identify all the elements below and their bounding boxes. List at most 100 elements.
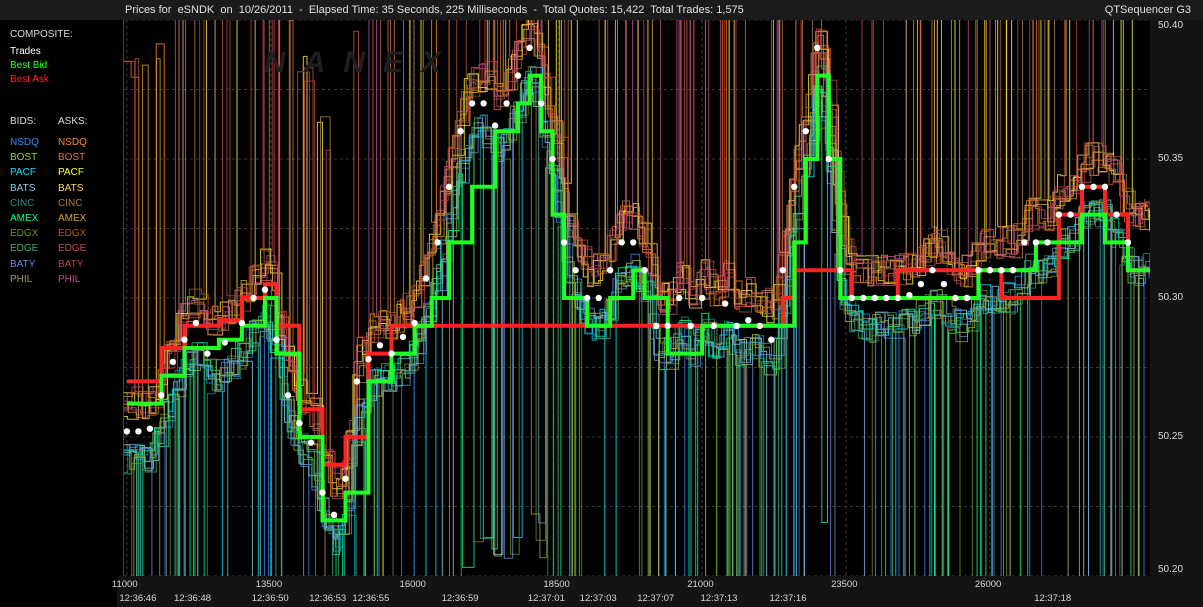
trade-point bbox=[630, 239, 637, 246]
asks-header: ASKS: bbox=[58, 116, 88, 127]
y-tick-label: 50.20 bbox=[1158, 564, 1184, 575]
trade-point bbox=[169, 358, 177, 366]
bids-header: BIDS: bbox=[10, 116, 37, 127]
x-tick-label: 13500 bbox=[255, 579, 283, 590]
time-label: 12:37:07 bbox=[637, 593, 675, 604]
y-tick-label: 50.30 bbox=[1158, 292, 1184, 303]
trade-point bbox=[1021, 239, 1028, 246]
ask-legend-item: PHIL bbox=[58, 273, 81, 285]
trade-point bbox=[319, 489, 326, 496]
x-tick-label: 11000 bbox=[111, 579, 138, 590]
time-label: 12:37:18 bbox=[1034, 593, 1072, 604]
bid-legend-item: BATS bbox=[10, 182, 36, 194]
trade-point bbox=[676, 294, 683, 302]
trade-point bbox=[745, 317, 752, 324]
trade-point bbox=[1044, 239, 1051, 246]
bid-legend-item: EDGE bbox=[10, 243, 39, 255]
trade-point bbox=[618, 239, 625, 246]
bid-legend-item: PACF bbox=[10, 167, 36, 179]
time-label: 12:36:46 bbox=[119, 593, 157, 604]
nanex-watermark: NANEX bbox=[264, 46, 460, 79]
bid-legend-item: BATY bbox=[10, 258, 36, 270]
trade-point bbox=[722, 300, 729, 307]
trade-point bbox=[457, 128, 464, 135]
trade-point bbox=[250, 294, 257, 302]
trade-point bbox=[514, 72, 522, 79]
trade-point bbox=[353, 378, 361, 385]
trade-point bbox=[883, 294, 890, 302]
bid-legend-item: AMEX bbox=[10, 213, 39, 224]
title-bar: Prices for eSNDK on 10/26/2011 - Elapsed… bbox=[0, 0, 1203, 20]
trade-point bbox=[1055, 211, 1063, 218]
legend-panel: COMPOSITE: Trades Best Bid Best Ask BIDS: … bbox=[0, 20, 117, 607]
trade-point bbox=[307, 439, 315, 446]
bid-legend-item: CINC bbox=[10, 197, 35, 209]
y-tick-label: 50.35 bbox=[1158, 153, 1184, 164]
trade-point bbox=[1078, 183, 1086, 190]
trade-point bbox=[422, 275, 430, 282]
trade-point bbox=[917, 280, 925, 288]
trade-point bbox=[1032, 239, 1040, 246]
ask-legend-item: AMEX bbox=[58, 213, 87, 224]
time-label: 12:37:16 bbox=[769, 593, 807, 604]
x-tick-label: 21000 bbox=[687, 579, 714, 590]
time-label: 12:36:59 bbox=[441, 593, 479, 604]
composite-legend-item: Trades bbox=[10, 46, 41, 57]
trade-point bbox=[710, 322, 717, 329]
trade-point bbox=[221, 339, 228, 346]
trade-point bbox=[975, 267, 982, 274]
trade-point bbox=[768, 336, 775, 343]
trade-point bbox=[699, 294, 706, 302]
trade-point bbox=[687, 322, 694, 329]
trade-point bbox=[330, 511, 338, 518]
trade-point bbox=[664, 322, 671, 329]
time-label: 12:36:53 bbox=[309, 593, 347, 604]
trade-point bbox=[814, 44, 821, 51]
trade-point bbox=[595, 294, 602, 302]
x-tick-label: 16000 bbox=[399, 579, 426, 590]
trade-point bbox=[572, 267, 579, 274]
ask-legend-item: PACF bbox=[58, 167, 84, 179]
trade-point bbox=[1101, 183, 1109, 190]
trade-point bbox=[584, 294, 591, 302]
bid-legend-item: BOST bbox=[10, 152, 38, 164]
trade-point bbox=[848, 294, 855, 302]
trade-point bbox=[204, 350, 211, 357]
trade-point bbox=[1124, 239, 1132, 246]
x-tick-label: 18500 bbox=[543, 579, 570, 590]
x-axis: 11000 13500 16000 18500 21000 23500 26000 12:36… bbox=[112, 576, 1150, 607]
app-name: QTSequencer G3 bbox=[1104, 4, 1191, 16]
trade-point bbox=[365, 356, 372, 363]
trade-point bbox=[434, 239, 441, 246]
composite-legend-item: Best Bid bbox=[10, 60, 48, 71]
ask-legend-item: NSDQ bbox=[58, 137, 87, 148]
trade-point bbox=[906, 292, 913, 299]
trade-point bbox=[1009, 267, 1017, 274]
trade-point bbox=[791, 183, 798, 190]
trade-point bbox=[388, 350, 395, 357]
trade-point bbox=[733, 322, 740, 329]
trade-point bbox=[491, 122, 499, 129]
trade-point bbox=[560, 239, 568, 246]
trade-point bbox=[181, 336, 188, 343]
trade-point bbox=[837, 267, 844, 274]
ask-legend-item: BOST bbox=[58, 152, 86, 164]
time-label: 12:37:13 bbox=[700, 593, 738, 604]
trade-point bbox=[342, 475, 349, 482]
trade-point bbox=[480, 100, 487, 107]
trade-point bbox=[894, 294, 901, 302]
trade-point bbox=[756, 322, 763, 329]
trade-point bbox=[376, 342, 384, 349]
trade-point bbox=[607, 267, 614, 274]
y-axis: 50.40 50.35 50.30 50.25 50.20 bbox=[1150, 20, 1203, 607]
trade-point bbox=[986, 267, 994, 274]
trade-point bbox=[526, 44, 533, 51]
trade-point bbox=[929, 267, 936, 274]
trade-point bbox=[549, 155, 556, 163]
trade-point bbox=[238, 319, 246, 327]
trade-point bbox=[871, 294, 878, 302]
ask-legend-item: CINC bbox=[58, 197, 83, 209]
trade-point bbox=[445, 183, 453, 190]
trade-point bbox=[284, 392, 292, 399]
trade-point bbox=[537, 100, 545, 107]
